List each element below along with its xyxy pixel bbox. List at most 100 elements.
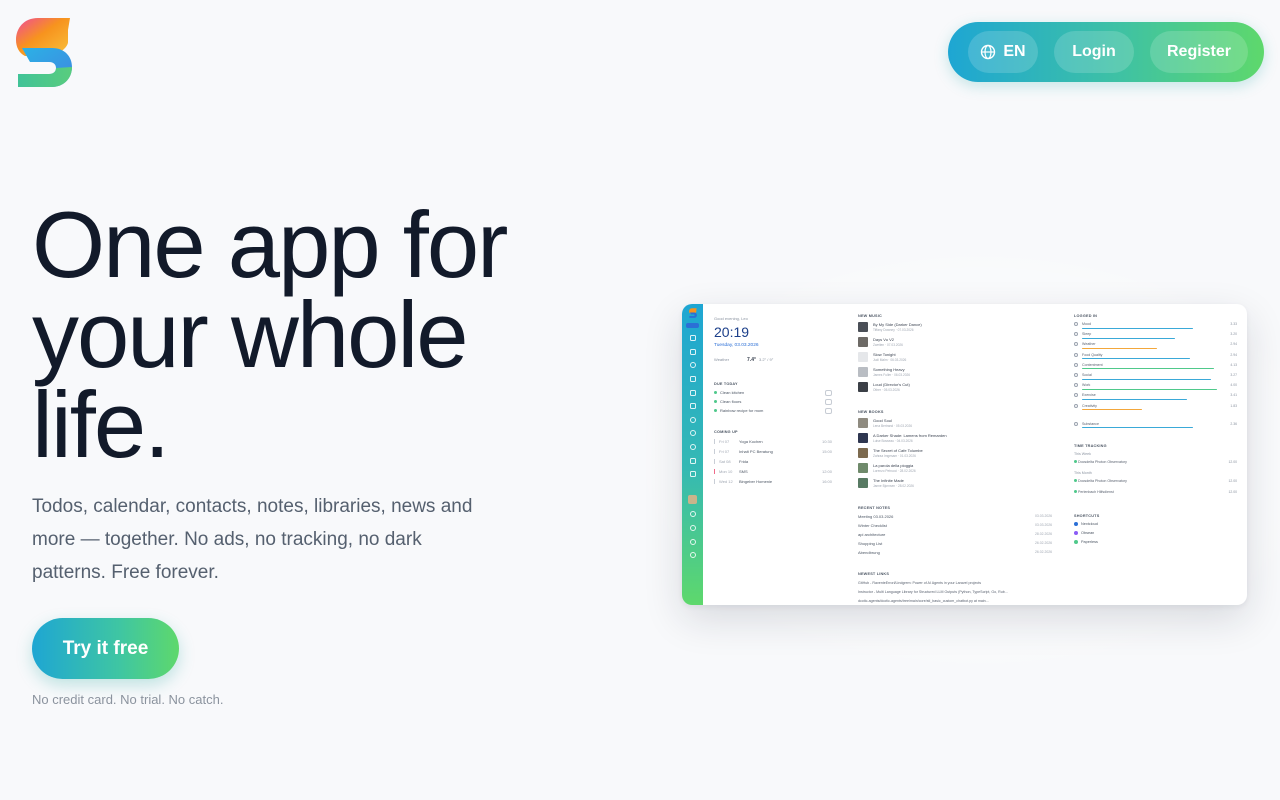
event-item: Wed 12 Bingeber Homenie 16:00: [714, 479, 832, 485]
try-it-free-button[interactable]: Try it free: [32, 618, 179, 679]
hero-title-line: One app for: [32, 192, 508, 297]
library-icon: [689, 389, 696, 396]
bell-icon: [689, 511, 696, 518]
book-item: The Infinite Made Janne Bjornsen · 28.02.…: [858, 478, 1052, 490]
time-tracking-group: This Week: [1074, 452, 1091, 456]
event-item: Sat 08 Frida: [714, 459, 832, 465]
stat-bar: [1082, 358, 1232, 360]
stat-value: 3.20: [1230, 332, 1237, 337]
preview-sidebar: [682, 304, 703, 605]
stat-bar-fill: [1082, 388, 1217, 390]
stat-value: 2.94: [1230, 342, 1237, 347]
links-heading: NEWEST LINKS: [858, 572, 890, 576]
stat-bar: [1082, 378, 1232, 380]
s-logo-icon[interactable]: [16, 16, 72, 88]
preview-greeting: Good evening, Leo: [714, 316, 748, 321]
shortcut-item: Obsean: [1074, 531, 1094, 535]
stat-bar-fill: [1082, 327, 1193, 329]
note-item: Meeting 03.03.2026 03.03.2026: [858, 514, 1052, 519]
stat-label: Exercise: [1082, 393, 1096, 398]
music-item: By My Side (Darker Dance) Tiffany Downey …: [858, 322, 1052, 334]
app-preview-screenshot: Good evening, Leo 20:19 Tuesday, 03.03.2…: [682, 304, 1247, 605]
contacts-icon: [689, 375, 696, 382]
stat-bar: [1082, 427, 1232, 429]
stat-label: Mood: [1082, 322, 1091, 326]
stat-value: 4.00: [1230, 383, 1237, 388]
stat-bar-fill: [1082, 347, 1157, 350]
language-button[interactable]: EN: [968, 31, 1038, 73]
stat-bar-fill: [1082, 398, 1187, 401]
stat-bar-fill: [1082, 427, 1193, 429]
stat-label: Contentment: [1082, 362, 1103, 367]
stat-value: 2.36: [1230, 421, 1237, 426]
music-item: Slow Tonight Judi Malm · 06.03.2026: [858, 352, 1052, 364]
stat-icon: [1074, 421, 1078, 426]
preview-date: Tuesday, 03.03.2026: [714, 343, 759, 348]
book-item: The Secret of Cafe Tolumbe Zahraa Imgesam…: [858, 448, 1052, 460]
note-item: Shopping List 26.02.2026: [858, 541, 1052, 546]
time-tracking-row: Docsdelta Photon Observatory 12.00: [1074, 460, 1237, 464]
avatar: [688, 494, 697, 504]
logged-stat-row: Weather 2.94: [1074, 342, 1237, 351]
stat-icon: [1074, 362, 1078, 367]
link-item: dcotic-agents/dcotic-agents/tree/main/co…: [858, 599, 989, 603]
todo-checkbox: [825, 408, 832, 414]
preview-clock: 20:19: [714, 324, 750, 340]
stat-label: Substance: [1082, 421, 1099, 426]
note-item: Abendbrung 26.02.2026: [858, 550, 1052, 555]
logged-stat-row: Exercise 3.41: [1074, 393, 1237, 402]
todo-checkbox: [825, 399, 832, 405]
book-item: La parola della pioggia Lorenzo Petrucci …: [858, 463, 1052, 475]
book-item: A Darker Shade: Lamens from Remarden Luis…: [858, 433, 1052, 445]
stat-label: Weather: [1082, 342, 1096, 347]
euro-icon: [689, 430, 696, 437]
link-item: GitHub - RaventeErrorl/Lindgrem: Power o…: [858, 581, 982, 585]
notes-heading: RECENT NOTES: [858, 506, 891, 510]
stat-label: Social: [1082, 373, 1092, 377]
stat-value: 3.41: [1230, 393, 1237, 398]
weather-label: Weather: [714, 357, 730, 362]
stat-label: Work: [1082, 383, 1091, 388]
stat-label: Food Quality: [1082, 352, 1103, 357]
stat-bar-fill: [1082, 358, 1190, 360]
stat-bar-fill: [1082, 409, 1142, 411]
todos-heading: DUE TODAY: [714, 382, 738, 386]
todo-item: Clean floors: [714, 399, 741, 404]
stat-label: Creativity: [1082, 403, 1097, 408]
music-item: Days Vu V2 Zweiten · 07.03.2026: [858, 337, 1052, 349]
cta-note: No credit card. No trial. No catch.: [32, 692, 224, 707]
stat-bar: [1082, 337, 1232, 339]
stat-label: Sleep: [1082, 332, 1092, 337]
stat-icon: [1074, 342, 1078, 347]
event-item: Mon 10 SMS 12:00: [714, 469, 832, 475]
logged-stat-row: Contentment 4.13: [1074, 362, 1237, 372]
stat-value: 3.33: [1230, 322, 1237, 326]
logged-stat-row: Work 4.00: [1074, 383, 1237, 392]
todo-checkbox: [825, 390, 832, 396]
hero-title-line: your whole: [32, 282, 469, 387]
login-button[interactable]: Login: [1054, 31, 1134, 73]
link-item: Instructor - Multi Language Library for …: [858, 590, 1008, 594]
logged-stat-row: Mood 3.33: [1074, 322, 1237, 331]
gear-icon: [689, 524, 696, 531]
stat-bar: [1082, 409, 1232, 411]
stat-value: 1.83: [1230, 403, 1237, 408]
stat-value: 4.13: [1230, 362, 1237, 367]
timer-icon: [689, 443, 696, 450]
stat-icon: [1074, 373, 1078, 377]
stat-bar-fill: [1082, 368, 1214, 370]
logged-stat-row: Creativity 1.83: [1074, 403, 1237, 413]
book-item: Good Soul Lena Bertrand · 05.03.2026: [858, 418, 1052, 430]
todo-item: Rainbow recipe for mom: [714, 408, 763, 413]
shortcut-item: Paperless: [1074, 540, 1098, 544]
event-item: Fri 07 Inhalt PC Beratung 15:00: [714, 449, 832, 455]
user-icon: [689, 552, 696, 559]
check-icon: [689, 362, 696, 369]
time-tracking-group: This Month: [1074, 471, 1092, 475]
stat-bar: [1082, 368, 1232, 370]
register-button[interactable]: Register: [1150, 31, 1248, 73]
music-item: Loud (Director's Cut) Other · 05.03.2026: [858, 382, 1052, 394]
stat-icon: [1074, 322, 1078, 326]
logged-heading: LOGGED IN: [1074, 314, 1098, 318]
todo-item: Clean kitchen: [714, 390, 744, 395]
